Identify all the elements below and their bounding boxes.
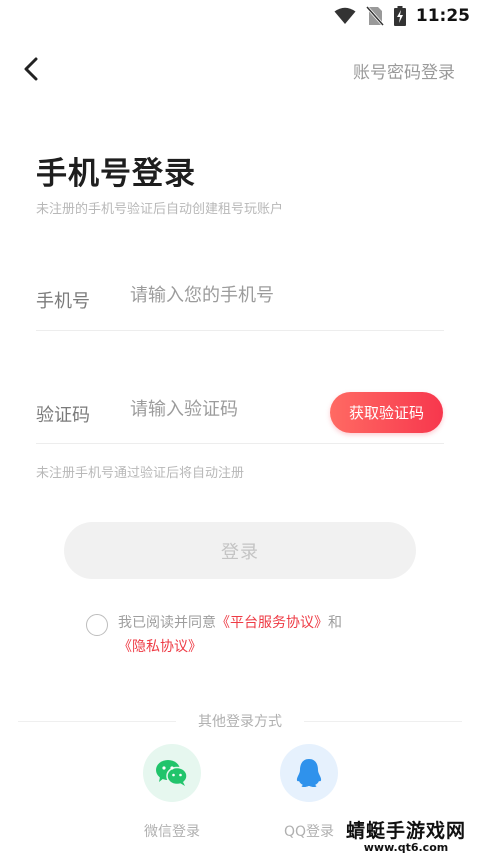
agreement-and: 和	[328, 615, 342, 631]
watermark-url: www.qt6.com	[363, 841, 449, 853]
other-login-title: 其他登录方式	[198, 714, 282, 730]
wechat-login-button[interactable]	[143, 744, 201, 802]
agreement-checkbox[interactable]	[86, 614, 108, 636]
agreement-text-line2: 《隐私协议》	[118, 636, 202, 656]
page-subtitle: 未注册的手机号验证后自动创建租号玩账户	[36, 202, 284, 217]
wechat-icon	[156, 760, 188, 786]
watermark: 蜻蜓手游戏网 www.qt6.com	[346, 816, 466, 853]
code-divider	[36, 443, 444, 444]
wechat-login-label: 微信登录	[144, 824, 200, 840]
register-hint: 未注册手机号通过验证后将自动注册	[36, 466, 245, 481]
no-sim-icon	[365, 6, 384, 26]
get-code-button[interactable]: 获取验证码	[330, 392, 443, 433]
status-bar: 11:25	[0, 0, 480, 34]
back-button[interactable]	[14, 52, 48, 86]
login-button[interactable]: 登录	[64, 522, 416, 579]
chevron-left-icon	[24, 57, 38, 81]
qq-login-button[interactable]	[280, 744, 338, 802]
watermark-title: 蜻蜓手游戏网	[345, 820, 466, 842]
status-time: 11:25	[415, 6, 470, 26]
qq-login-label: QQ登录	[283, 824, 335, 840]
code-input[interactable]	[130, 399, 320, 420]
phone-input[interactable]	[130, 285, 320, 306]
qq-icon	[296, 759, 322, 787]
privacy-agreement-link[interactable]: 《隐私协议》	[118, 639, 202, 655]
phone-divider	[36, 330, 444, 331]
battery-charging-icon	[393, 6, 406, 26]
status-icons: 11:25	[334, 6, 470, 26]
agreement-text: 我已阅读并同意《平台服务协议》和	[118, 612, 342, 632]
wifi-icon	[334, 7, 356, 24]
code-label: 验证码	[36, 405, 90, 426]
agreement-prefix: 我已阅读并同意	[118, 615, 216, 631]
phone-label: 手机号	[36, 291, 90, 312]
platform-agreement-link[interactable]: 《平台服务协议》	[216, 615, 328, 631]
account-password-login-link[interactable]: 账号密码登录	[353, 58, 455, 83]
page-title: 手机号登录	[36, 156, 196, 192]
